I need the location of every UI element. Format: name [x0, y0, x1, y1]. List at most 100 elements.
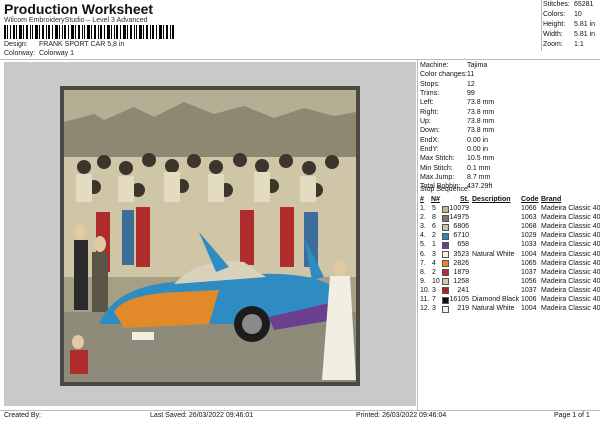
- detail-value: 73.8 mm: [467, 118, 495, 126]
- detail-row: Down: 73.8 mm: [420, 126, 598, 135]
- detail-value: Tajima: [467, 62, 488, 69]
- thread-code: 1065: [521, 259, 537, 267]
- stitch-count: 6806: [453, 223, 469, 231]
- stitch-count: 10079: [449, 205, 469, 213]
- detail-row: EndX: 0.00 in: [420, 136, 598, 145]
- detail-value: 8.7 mm: [467, 174, 491, 182]
- detail-label: Down:: [420, 127, 440, 135]
- detail-value: 73.8 mm: [467, 108, 495, 116]
- summary-row: Colors: 10: [543, 11, 599, 21]
- thread-description: Natural White: [472, 305, 515, 313]
- detail-label: Max Jump:: [420, 174, 455, 182]
- stitch-count: 1258: [453, 277, 469, 285]
- table-header: # N# St. Description Code Brand: [420, 195, 598, 204]
- table-row: 1. 5 10079 1066 Madeira Classic 40: [420, 204, 600, 213]
- thread-brand: Madeira Classic 40: [541, 277, 600, 285]
- table-row: 9. 10 1258 1056 Madeira Classic 40: [420, 277, 600, 286]
- table-row: 3. 6 6806 1068 Madeira Classic 40: [420, 222, 600, 231]
- table-row: 4. 2 6710 1029 Madeira Classic 40: [420, 231, 600, 240]
- thread-code: 1004: [521, 305, 537, 313]
- table-row: 8. 2 1879 1037 Madeira Classic 40: [420, 268, 600, 277]
- table-row: 12. 3 219 Natural White 1004 Madeira Classic …: [420, 304, 600, 313]
- summary-row: Zoom: 1:1: [543, 41, 599, 51]
- table-row: 11. 7 16105 Diamond Black 1006 Madeira Classi…: [420, 295, 600, 304]
- summary-value: 1:1: [574, 41, 584, 48]
- detail-row: Min Stitch: 0.1 mm: [420, 164, 598, 173]
- col-needle: N#: [431, 196, 440, 203]
- page-number: Page 1 of 1: [554, 412, 590, 419]
- table-row: 6. 3 3523 Natural White 1004 Madeira Classic …: [420, 250, 600, 259]
- thread-description: Diamond Black: [472, 296, 520, 304]
- thread-code: 1068: [521, 223, 537, 231]
- design-preview: [4, 62, 416, 406]
- detail-label: Machine:: [420, 62, 449, 69]
- design-name: FRANK SPORT CAR 5,8 in: [39, 41, 125, 48]
- needle-number: 3: [432, 305, 436, 313]
- detail-label: Color changes:: [420, 71, 468, 79]
- stop-number: 5.: [420, 241, 426, 249]
- table-row: 5. 1 658 1033 Madeira Classic 40: [420, 240, 600, 249]
- detail-label: Max Stitch:: [420, 155, 455, 163]
- summary-label: Stitches:: [543, 1, 570, 8]
- stitch-count: 1879: [453, 268, 469, 276]
- detail-value: 437.29ft: [467, 183, 493, 191]
- thread-brand: Madeira Classic 40: [541, 268, 600, 276]
- col-number: #: [420, 196, 424, 203]
- stitch-count: 241: [457, 286, 469, 294]
- stitch-count: 2826: [453, 259, 469, 267]
- detail-row: Machine: Tajima: [420, 61, 598, 70]
- stop-number: 3.: [420, 223, 426, 231]
- table-row: 7. 4 2826 1065 Madeira Classic 40: [420, 259, 600, 268]
- detail-row: Up: 73.8 mm: [420, 117, 598, 126]
- thread-brand: Madeira Classic 40: [541, 259, 600, 267]
- detail-value: 73.8 mm: [467, 99, 495, 107]
- table-row: 2. 8 14975 1063 Madeira Classic 40: [420, 213, 600, 222]
- detail-label: Left:: [420, 99, 434, 107]
- colorway-row: Colorway: Colorway 1: [4, 50, 304, 59]
- thread-code: 1006: [521, 296, 537, 304]
- stop-number: 4.: [420, 232, 426, 240]
- thread-code: 1066: [521, 205, 537, 213]
- needle-number: 3: [432, 250, 436, 258]
- summary-value: 5.81 in: [574, 21, 596, 28]
- col-brand: Brand: [541, 196, 562, 203]
- machine-details: Machine: Tajima Color changes: 11 Stops: 12 Tr…: [420, 61, 598, 192]
- stop-number: 12.: [420, 305, 430, 313]
- printed-date: Printed: 26/03/2022 09:46:04: [356, 412, 447, 419]
- needle-number: 8: [432, 214, 436, 222]
- detail-label: Right:: [420, 108, 439, 116]
- summary-row: Width: 5.81 in: [543, 31, 599, 41]
- design-row: Design: FRANK SPORT CAR 5,8 in: [4, 41, 304, 50]
- stitch-count: 3523: [453, 250, 469, 258]
- detail-row: Color changes: 11: [420, 70, 598, 79]
- thread-code: 1004: [521, 250, 537, 258]
- detail-row: Trims: 99: [420, 89, 598, 98]
- detail-value: 0.00 in: [467, 136, 489, 144]
- detail-value: 10.5 mm: [467, 155, 495, 163]
- summary-label: Height:: [543, 21, 566, 28]
- thread-brand: Madeira Classic 40: [541, 205, 600, 213]
- summary-row: Stitches: 65281: [543, 1, 599, 11]
- stop-sequence-title: Stop Sequence:: [420, 186, 470, 193]
- thread-brand: Madeira Classic 40: [541, 223, 600, 231]
- thread-code: 1029: [521, 232, 537, 240]
- barcode: [4, 25, 174, 39]
- needle-number: 5: [432, 205, 436, 213]
- stop-number: 8.: [420, 268, 426, 276]
- detail-label: EndY:: [420, 146, 439, 154]
- stop-number: 1.: [420, 205, 426, 213]
- stop-number: 7.: [420, 259, 426, 267]
- needle-number: 1: [432, 241, 436, 249]
- summary-value: 10: [574, 11, 582, 18]
- detail-value: 99: [467, 90, 475, 98]
- colorway-name: Colorway 1: [39, 50, 75, 57]
- stitch-count: 14975: [449, 214, 469, 222]
- detail-value: 12: [467, 80, 475, 88]
- summary-value: 65281: [574, 1, 594, 8]
- detail-row: Left: 73.8 mm: [420, 98, 598, 107]
- thread-brand: Madeira Classic 40: [541, 232, 600, 240]
- thread-brand: Madeira Classic 40: [541, 305, 600, 313]
- detail-value: 73.8 mm: [467, 127, 495, 135]
- stitch-count: 658: [457, 241, 469, 249]
- detail-label: Stops:: [420, 80, 440, 88]
